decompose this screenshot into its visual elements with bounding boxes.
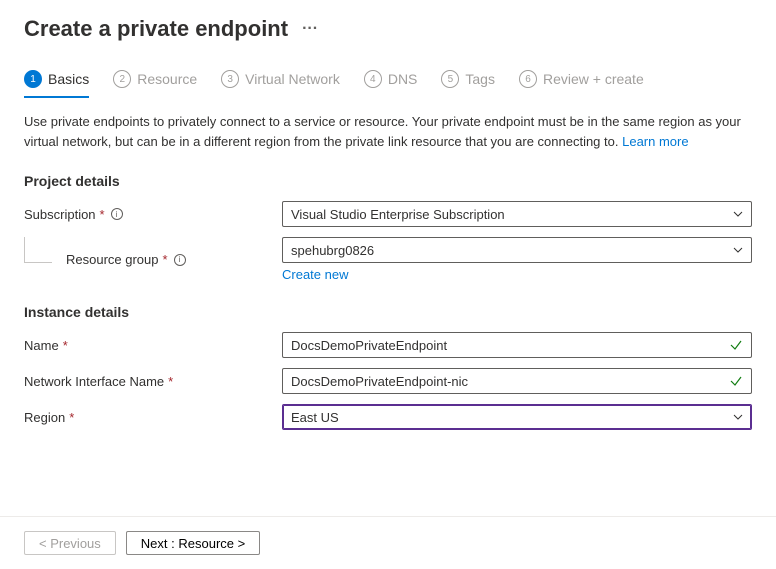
previous-button[interactable]: < Previous: [24, 531, 116, 555]
chevron-down-icon: [733, 412, 743, 422]
tab-step-number: 3: [221, 70, 239, 88]
required-indicator: *: [63, 338, 68, 353]
tab-review-create[interactable]: 6 Review + create: [519, 70, 644, 98]
tab-label: Resource: [137, 71, 197, 87]
name-input[interactable]: DocsDemoPrivateEndpoint: [282, 332, 752, 358]
tab-basics[interactable]: 1 Basics: [24, 70, 89, 98]
create-new-link[interactable]: Create new: [282, 267, 348, 282]
tab-label: Virtual Network: [245, 71, 340, 87]
required-indicator: *: [168, 374, 173, 389]
tab-label: Basics: [48, 71, 89, 87]
tab-description: Use private endpoints to privately conne…: [24, 112, 752, 151]
tab-step-number: 4: [364, 70, 382, 88]
info-icon[interactable]: i: [174, 254, 186, 266]
chevron-down-icon: [733, 245, 743, 255]
region-label: Region *: [24, 410, 282, 425]
valid-checkmark-icon: [729, 374, 743, 388]
dropdown-value: spehubrg0826: [291, 243, 374, 258]
next-button[interactable]: Next : Resource >: [126, 531, 260, 555]
valid-checkmark-icon: [729, 338, 743, 352]
tab-label: Tags: [465, 71, 495, 87]
tab-tags[interactable]: 5 Tags: [441, 70, 495, 98]
instance-details-heading: Instance details: [24, 304, 752, 320]
subscription-label: Subscription * i: [24, 207, 282, 222]
required-indicator: *: [100, 207, 105, 222]
dropdown-value: East US: [291, 410, 339, 425]
tab-step-number: 2: [113, 70, 131, 88]
required-indicator: *: [69, 410, 74, 425]
tab-step-number: 5: [441, 70, 459, 88]
name-label: Name *: [24, 338, 282, 353]
tab-virtual-network[interactable]: 3 Virtual Network: [221, 70, 340, 98]
tab-label: DNS: [388, 71, 418, 87]
input-value: DocsDemoPrivateEndpoint: [291, 338, 447, 353]
resource-group-dropdown[interactable]: spehubrg0826: [282, 237, 752, 263]
nic-name-input[interactable]: DocsDemoPrivateEndpoint-nic: [282, 368, 752, 394]
project-details-heading: Project details: [24, 173, 752, 189]
nic-name-label: Network Interface Name *: [24, 374, 282, 389]
tab-resource[interactable]: 2 Resource: [113, 70, 197, 98]
learn-more-link[interactable]: Learn more: [622, 134, 688, 149]
tab-dns[interactable]: 4 DNS: [364, 70, 418, 98]
more-actions-button[interactable]: ···: [302, 20, 318, 38]
subscription-dropdown[interactable]: Visual Studio Enterprise Subscription: [282, 201, 752, 227]
resource-group-label: Resource group * i: [24, 252, 282, 267]
required-indicator: *: [163, 252, 168, 267]
tree-connector-icon: [24, 237, 52, 263]
tab-step-number: 6: [519, 70, 537, 88]
page-title: Create a private endpoint ···: [24, 16, 752, 42]
chevron-down-icon: [733, 209, 743, 219]
input-value: DocsDemoPrivateEndpoint-nic: [291, 374, 468, 389]
region-dropdown[interactable]: East US: [282, 404, 752, 430]
wizard-tabs: 1 Basics 2 Resource 3 Virtual Network 4 …: [24, 70, 752, 98]
dropdown-value: Visual Studio Enterprise Subscription: [291, 207, 505, 222]
tab-label: Review + create: [543, 71, 644, 87]
footer: < Previous Next : Resource >: [0, 516, 776, 569]
tab-step-number: 1: [24, 70, 42, 88]
info-icon[interactable]: i: [111, 208, 123, 220]
page-title-text: Create a private endpoint: [24, 16, 288, 42]
